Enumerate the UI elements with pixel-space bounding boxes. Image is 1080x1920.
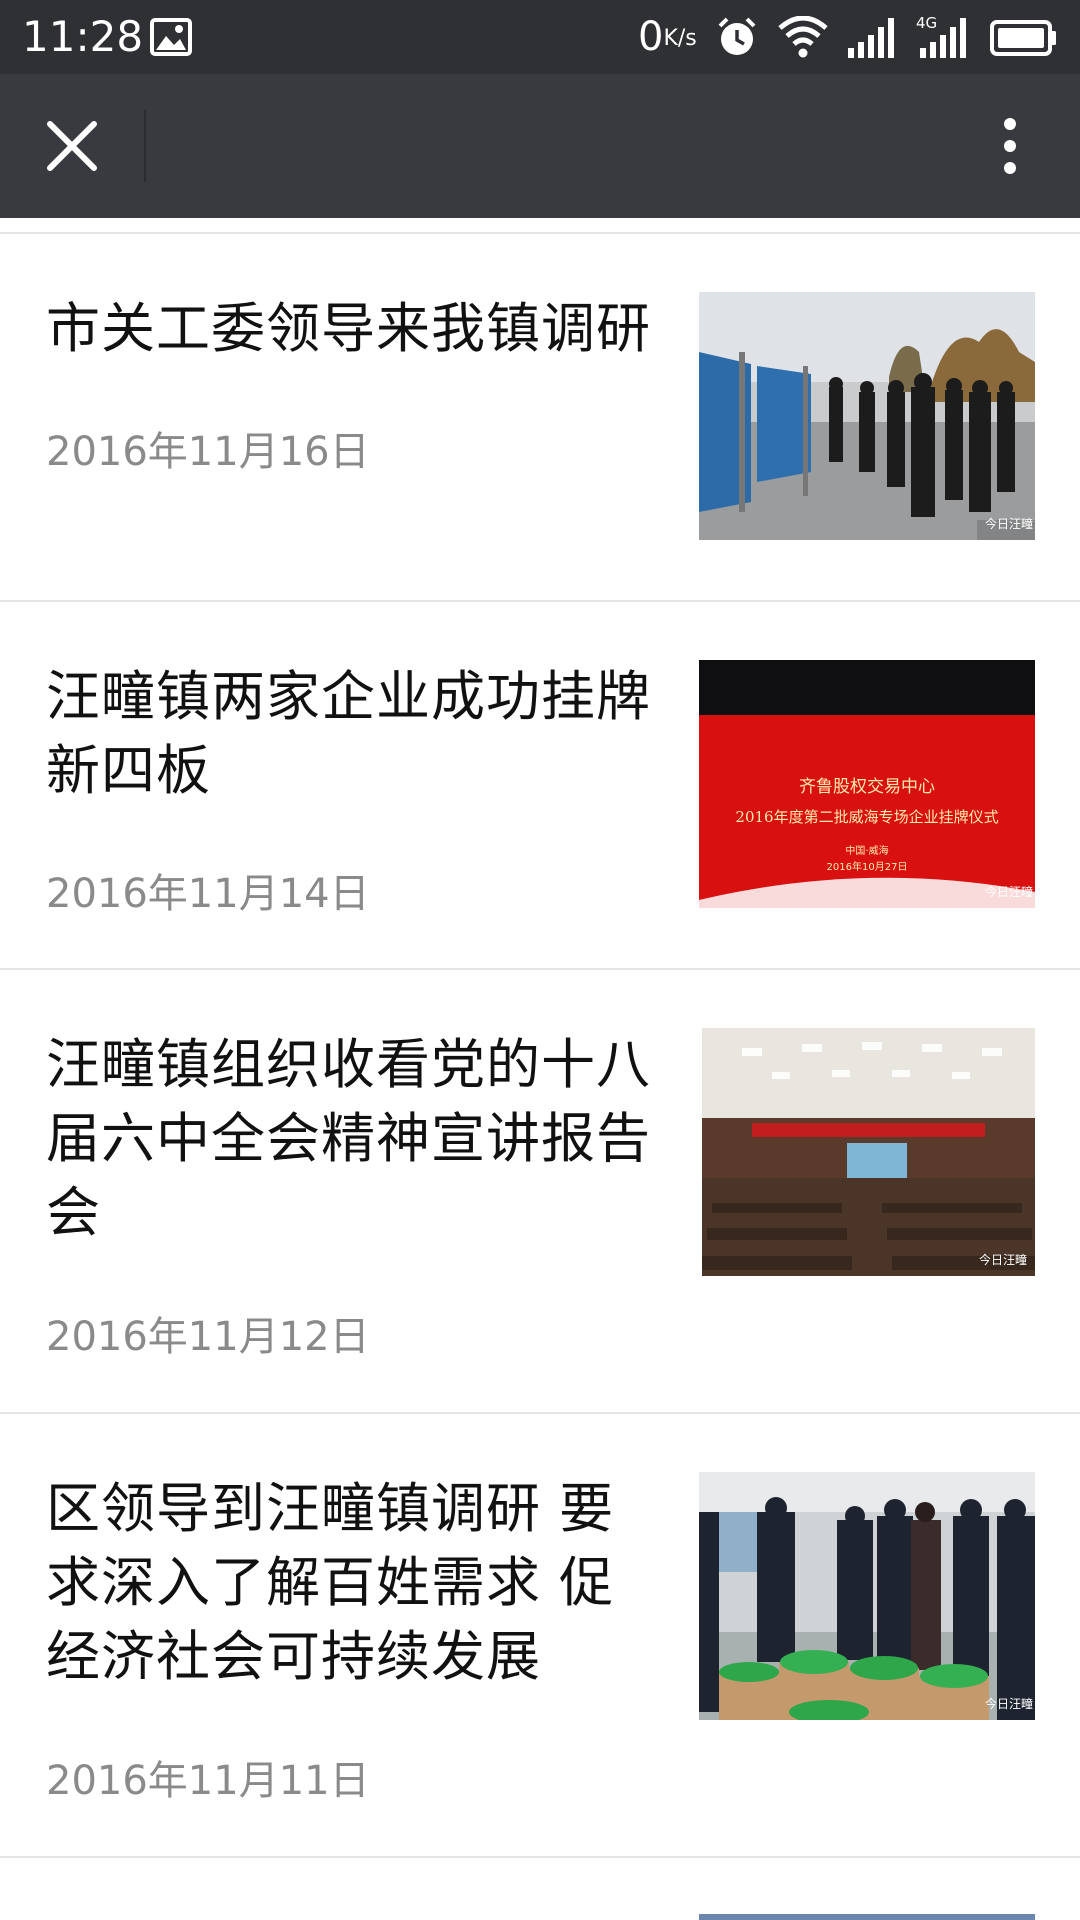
image-notification-icon xyxy=(150,18,192,56)
close-icon xyxy=(47,121,97,171)
article-date: 2016年11月14日 xyxy=(46,871,370,917)
wifi-icon xyxy=(778,16,828,58)
article-title: 市关工委领导来我镇调研 xyxy=(46,297,651,360)
next-article-thumbnail-partial xyxy=(699,1914,1035,1920)
thumbnail-location: 中国·威海 xyxy=(845,846,889,857)
article-thumbnail: 齐鲁股权交易中心 2016年度第二批威海专场企业挂牌仪式 中国·威海 2016年… xyxy=(699,660,1035,908)
network-speed-value: 0 xyxy=(638,14,664,60)
network-speed-unit: K/s xyxy=(663,26,697,51)
thumbnail-headline-2: 2016年度第二批威海专场企业挂牌仪式 xyxy=(735,808,999,826)
more-vertical-icon xyxy=(1004,118,1016,174)
status-bar: 11:28 0K/s 4G xyxy=(0,0,1080,74)
thumbnail-watermark: 今日汪疃 xyxy=(984,1697,1033,1711)
status-time: 11:28 xyxy=(22,12,144,61)
alarm-icon xyxy=(718,17,756,55)
article-item[interactable]: 区领导到汪疃镇调研 要求深入了解百姓需求 促经济社会可持续发展 2016年11月… xyxy=(0,1414,1080,1858)
network-speed: 0K/s xyxy=(638,10,697,64)
article-thumbnail: 今日汪疃 xyxy=(699,292,1035,540)
thumbnail-event-date: 2016年10月27日 xyxy=(826,862,908,873)
battery-icon xyxy=(990,20,1056,56)
thumbnail-headline-1: 齐鲁股权交易中心 xyxy=(799,777,935,797)
article-item[interactable]: 汪疃镇两家企业成功挂牌新四板 2016年11月14日 齐鲁股权交易中心 2016… xyxy=(0,602,1080,970)
thumbnail-watermark: 今日汪疃 xyxy=(984,517,1033,531)
article-date: 2016年11月16日 xyxy=(46,429,370,475)
article-title: 区领导到汪疃镇调研 要求深入了解百姓需求 促经济社会可持续发展 xyxy=(46,1477,615,1688)
signal-strength-4g-icon xyxy=(920,18,966,58)
article-thumbnail: 今日汪疃 xyxy=(702,1028,1035,1276)
top-navigation-bar xyxy=(0,74,1080,218)
more-options-button[interactable] xyxy=(970,104,1050,188)
article-item[interactable]: 市关工委领导来我镇调研 2016年11月16日 今日汪疃 xyxy=(0,234,1080,602)
article-item[interactable]: 汪疃镇组织收看党的十八届六中全会精神宣讲报告会 2016年11月12日 今日汪疃 xyxy=(0,970,1080,1414)
thumbnail-watermark: 今日汪疃 xyxy=(978,1253,1027,1267)
article-date: 2016年11月12日 xyxy=(46,1314,370,1360)
article-date: 2016年11月11日 xyxy=(46,1758,370,1804)
close-button[interactable] xyxy=(30,104,114,188)
article-title: 汪疃镇组织收看党的十八届六中全会精神宣讲报告会 xyxy=(46,1033,651,1244)
signal-strength-icon xyxy=(848,18,894,58)
article-title: 汪疃镇两家企业成功挂牌新四板 xyxy=(46,665,651,802)
nav-divider xyxy=(144,110,146,182)
article-thumbnail: 今日汪疃 xyxy=(699,1472,1035,1720)
thumbnail-watermark: 今日汪疃 xyxy=(984,885,1033,899)
article-list: 市关工委领导来我镇调研 2016年11月16日 今日汪疃 汪疃镇两家企业成功挂牌… xyxy=(0,218,1080,1920)
